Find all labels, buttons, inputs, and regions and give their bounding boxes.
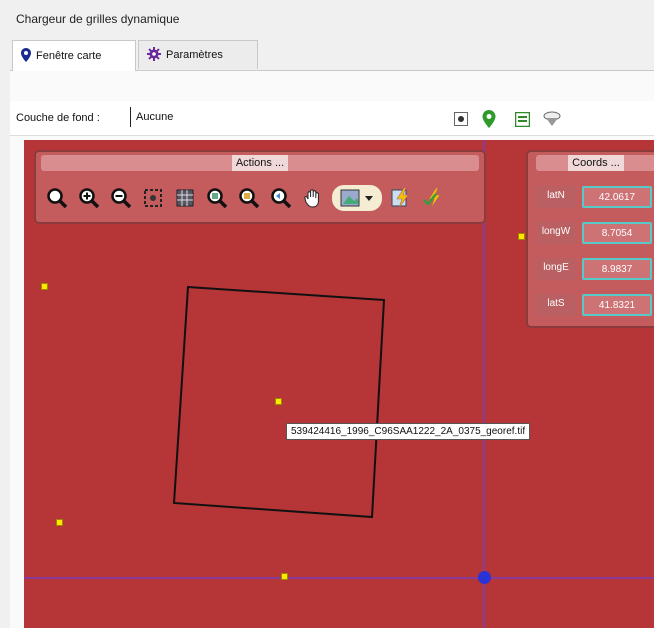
tab-settings[interactable]: Paramètres — [138, 40, 258, 69]
grid-icon[interactable] — [172, 185, 198, 211]
coord-row-latN: latN 42.0617 — [536, 186, 652, 208]
tab-label: Fenêtre carte — [36, 50, 102, 62]
coord-row-longE: longE 8.9837 — [536, 258, 652, 280]
coord-row-latS: latS 41.8321 — [536, 294, 652, 316]
tab-map-window[interactable]: Fenêtre carte — [12, 40, 136, 71]
coord-label-longE: longE — [536, 258, 576, 280]
basemap-label: Couche de fond : — [16, 112, 100, 124]
map-pin-icon[interactable] — [480, 110, 498, 128]
flash-icon[interactable] — [388, 185, 414, 211]
basemap-row: Couche de fond : Aucune — [10, 101, 654, 136]
georef-select-icon[interactable] — [332, 185, 382, 211]
actions-panel: Actions ... — [34, 150, 486, 224]
coord-label-latS: latS — [536, 294, 576, 316]
grid-point[interactable] — [281, 573, 288, 580]
coords-panel-title: Coords ... — [568, 155, 624, 171]
coords-panel: Coords ... latN 42.0617 longW 8.7054 lon… — [526, 150, 654, 328]
grid-point[interactable] — [518, 233, 525, 240]
crosshair-icon[interactable] — [452, 110, 470, 128]
coord-row-longW: longW 8.7054 — [536, 222, 652, 244]
image-filename-tooltip: 539424416_1996_C96SAA1222_2A_0375_georef… — [286, 423, 531, 440]
actions-panel-title: Actions ... — [231, 155, 289, 171]
coord-input-latN[interactable]: 42.0617 — [582, 186, 652, 208]
basemap-select[interactable]: Aucune — [130, 107, 430, 127]
coord-input-latS[interactable]: 41.8321 — [582, 294, 652, 316]
actions-toolbar — [44, 180, 446, 216]
grid-point[interactable] — [275, 398, 282, 405]
layer-panel-icon[interactable] — [513, 110, 531, 128]
coord-label-longW: longW — [536, 222, 576, 244]
basemap-icon[interactable] — [543, 110, 561, 128]
map-pin-icon — [21, 47, 31, 65]
zoom-previous-icon[interactable] — [268, 185, 294, 211]
tab-bar: Fenêtre carte Paramètres — [10, 40, 654, 71]
zoom-in-icon[interactable] — [76, 185, 102, 211]
coord-input-longW[interactable]: 8.7054 — [582, 222, 652, 244]
zoom-out-icon[interactable] — [108, 185, 134, 211]
tab-label: Paramètres — [166, 49, 223, 61]
map-canvas[interactable]: 539424416_1996_C96SAA1222_2A_0375_georef… — [24, 140, 654, 628]
flash-check-icon[interactable] — [420, 185, 446, 211]
pan-hand-icon[interactable] — [300, 185, 326, 211]
gear-icon — [147, 46, 161, 64]
zoom-layer-icon[interactable] — [204, 185, 230, 211]
zoom-selection-icon[interactable] — [236, 185, 262, 211]
window-title: Chargeur de grilles dynamique — [16, 12, 180, 26]
coords-panel-header[interactable]: Coords ... — [536, 155, 654, 171]
zoom-icon[interactable] — [44, 185, 70, 211]
select-features-icon[interactable] — [140, 185, 166, 211]
actions-panel-header[interactable]: Actions ... — [41, 155, 479, 171]
coord-input-longE[interactable]: 8.9837 — [582, 258, 652, 280]
grid-point[interactable] — [41, 283, 48, 290]
coord-label-latN: latN — [536, 186, 576, 208]
grid-point[interactable] — [56, 519, 63, 526]
